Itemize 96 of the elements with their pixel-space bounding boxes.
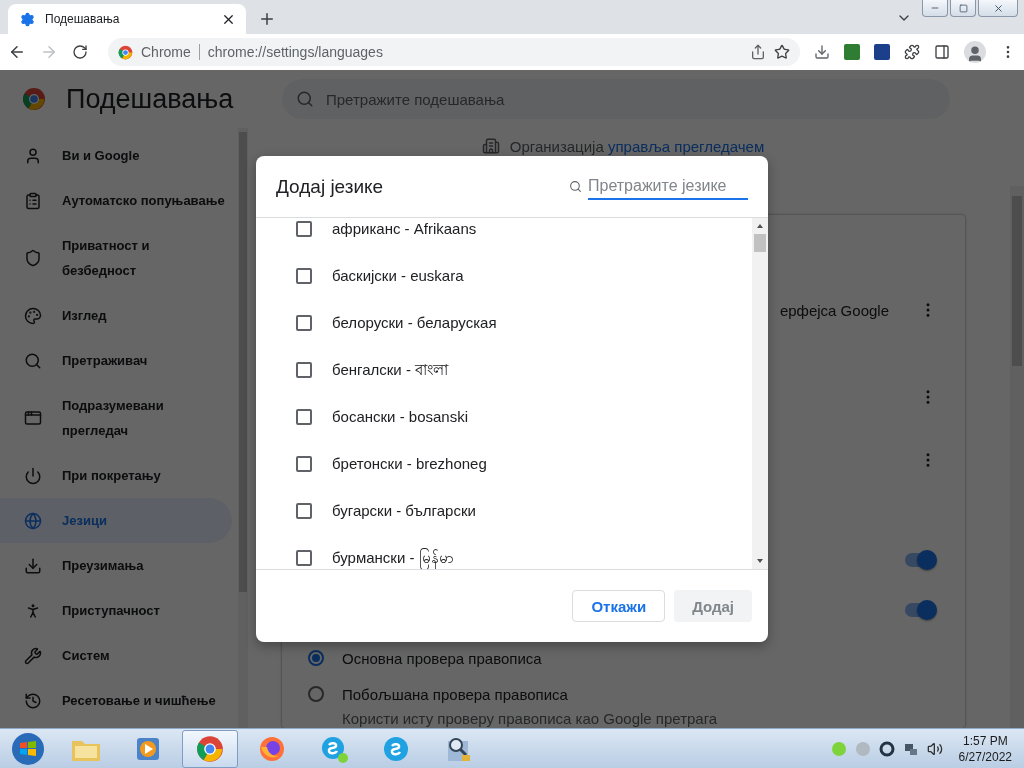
sidebar-item[interactable]: Подразумевани прегледач [0, 383, 232, 453]
star-icon[interactable] [774, 44, 790, 60]
sidebar-icon [24, 249, 42, 267]
scrollbar-thumb[interactable] [239, 132, 247, 592]
share-icon[interactable] [750, 44, 766, 60]
language-item[interactable]: бенгалски - বাংলা [256, 346, 752, 393]
setting-label: ерфејса Google [779, 301, 889, 319]
language-item[interactable]: баскијски - euskara [256, 252, 752, 299]
sidebar-icon [24, 146, 42, 165]
new-tab-icon[interactable] [258, 10, 276, 28]
search-icon [569, 180, 582, 193]
side-panel-icon[interactable] [934, 44, 950, 60]
sidebar-icon [24, 511, 42, 530]
firefox-icon[interactable] [258, 734, 286, 763]
radio-button[interactable] [308, 650, 324, 666]
sidebar-icon [24, 306, 42, 325]
sidebar-icon [24, 409, 42, 427]
avatar-icon[interactable] [964, 41, 986, 63]
checkbox[interactable] [296, 549, 312, 566]
browser-tab[interactable]: Подешавања [8, 4, 246, 34]
language-label: бенгалски - বাংলা [332, 361, 449, 378]
sidebar-icon [24, 466, 42, 485]
sidebar-item[interactable]: Изглед [0, 293, 232, 338]
tab-title: Подешавања [45, 12, 121, 26]
checkbox[interactable] [296, 314, 312, 331]
reload-icon[interactable] [72, 44, 88, 60]
sidebar-icon [24, 646, 42, 665]
chrome-icon[interactable] [196, 734, 224, 763]
hint-text: Користи исту проверу правописа као Google претрага [341, 710, 719, 728]
sidebar-icon [24, 556, 42, 575]
search-placeholder: Претражите подешавања [326, 90, 505, 108]
sidebar-item[interactable]: Приступачност [0, 588, 232, 633]
checkbox[interactable] [296, 502, 312, 519]
radio-label: Основна провера правописа [342, 649, 542, 667]
sidebar-item[interactable]: Преузимања [0, 543, 232, 588]
toggle-switch[interactable] [905, 603, 935, 617]
search-field[interactable]: Претражите подешавања [282, 79, 950, 119]
radio-button[interactable] [308, 686, 324, 702]
settings-icon [20, 11, 35, 27]
sidebar-icon [24, 191, 42, 210]
language-label: бретонски - brezhoneg [332, 455, 487, 472]
restore-icon [958, 3, 968, 13]
language-label: бугарски - български [332, 502, 476, 519]
language-label: африканс - Afrikaans [332, 220, 477, 237]
skype-icon[interactable] [382, 734, 410, 763]
language-label: баскијски - euskara [332, 267, 464, 284]
checkbox[interactable] [296, 267, 312, 284]
language-item[interactable]: босански - bosanski [256, 393, 752, 440]
sidebar-item[interactable]: Систем [0, 633, 232, 678]
language-item[interactable]: белоруски - беларуская [256, 299, 752, 346]
tray-icon[interactable] [878, 740, 895, 757]
checkbox[interactable] [296, 220, 312, 237]
close-window-button[interactable] [978, 0, 1018, 17]
checkbox[interactable] [296, 361, 312, 378]
download-icon[interactable] [814, 44, 830, 60]
sidebar-item[interactable]: При покретању [0, 453, 232, 498]
managed-link[interactable]: управља прегледачем [607, 137, 765, 155]
search-icon [296, 90, 314, 108]
page-title: Подешавања [66, 83, 235, 115]
dialog-title: Додај језике [276, 175, 385, 198]
back-icon[interactable] [8, 43, 26, 61]
managed-notice: Организација управља прегледачем [509, 137, 765, 155]
sidebar-item[interactable]: Језици [0, 498, 232, 543]
language-item[interactable]: африканс - Afrikaans [256, 218, 752, 252]
language-item[interactable]: бугарски - български [256, 487, 752, 534]
language-label: белоруски - беларуская [332, 314, 497, 331]
site-icon [118, 44, 133, 60]
building-icon [481, 137, 500, 155]
language-item[interactable]: бретонски - brezhoneg [256, 440, 752, 487]
address-bar[interactable]: Chrome chrome://settings/languages [108, 38, 800, 66]
language-item[interactable]: бурмански - မြန်မာ [256, 534, 752, 569]
clock[interactable]: 1:57 PM 6/27/2022 [958, 732, 1012, 765]
sidebar-item[interactable]: Приватност и безбедност [0, 223, 232, 293]
sidebar-item[interactable]: Ресетовање и чишћење [0, 678, 232, 723]
minimize-button[interactable] [922, 0, 948, 17]
start-orb-icon[interactable] [10, 730, 46, 767]
volume-icon[interactable] [926, 740, 943, 757]
sidebar-item[interactable]: Претраживач [0, 338, 232, 383]
checkbox[interactable] [296, 408, 312, 425]
sidebar-icon [24, 691, 42, 710]
toggle-switch[interactable] [905, 553, 935, 567]
sidebar-item[interactable]: Аутоматско попуњавање [0, 178, 232, 223]
scrollbar-thumb[interactable] [754, 234, 766, 252]
sidebar-item[interactable]: Ви и Google [0, 133, 232, 178]
taskbar-button[interactable] [182, 729, 238, 768]
chrome-logo-icon [22, 87, 46, 111]
close-icon [992, 2, 1004, 14]
site-chip: Chrome [141, 44, 200, 60]
radio-label: Побољшана провера правописа [342, 685, 568, 703]
puzzle-icon[interactable] [904, 44, 920, 60]
url-text: chrome://settings/languages [207, 44, 384, 60]
language-label: босански - bosanski [332, 408, 469, 425]
checkbox[interactable] [296, 455, 312, 472]
cancel-button[interactable]: Откажи [572, 590, 666, 622]
restore-button[interactable] [950, 0, 976, 17]
sidebar-icon [24, 351, 42, 370]
